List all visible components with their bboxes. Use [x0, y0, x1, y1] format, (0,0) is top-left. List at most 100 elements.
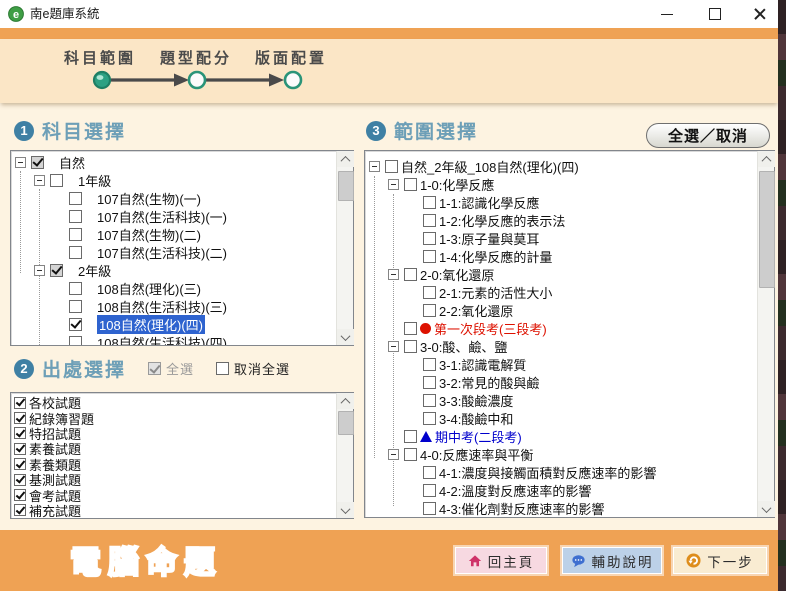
checkbox[interactable]: [423, 394, 436, 407]
checkbox[interactable]: [423, 232, 436, 245]
next-step-button[interactable]: 下一步: [673, 547, 767, 574]
scrollbar-thumb[interactable]: [338, 171, 354, 201]
checkbox[interactable]: [423, 466, 436, 479]
checkbox[interactable]: [14, 427, 26, 439]
tree-item[interactable]: 3-1:認識電解質: [365, 355, 774, 373]
subject-tree-scrollbar[interactable]: [336, 151, 353, 345]
checkbox[interactable]: [423, 196, 436, 209]
checkbox[interactable]: [31, 156, 44, 169]
select-all-checkbox[interactable]: 全選: [148, 359, 194, 378]
checkbox[interactable]: [404, 448, 417, 461]
checkbox[interactable]: [14, 443, 26, 455]
tree-item[interactable]: 107自然(生活科技)(一): [11, 207, 353, 225]
checkbox[interactable]: [69, 210, 82, 223]
source-list-scrollbar[interactable]: [336, 393, 353, 518]
expander-minus-icon[interactable]: [388, 341, 399, 352]
maximize-icon[interactable]: [700, 0, 730, 28]
checkbox[interactable]: [423, 286, 436, 299]
expander-minus-icon[interactable]: [15, 157, 26, 168]
tree-item[interactable]: 1-4:化學反應的計量: [365, 247, 774, 265]
scroll-down-button[interactable]: [758, 501, 775, 517]
deselect-all-checkbox[interactable]: 取消全選: [216, 359, 290, 378]
expander-minus-icon[interactable]: [388, 449, 399, 460]
select-all-toggle-button[interactable]: 全選／取消: [646, 123, 770, 148]
source-item[interactable]: 補充試題: [11, 503, 353, 518]
checkbox[interactable]: [14, 412, 26, 424]
checkbox[interactable]: [404, 268, 417, 281]
checkbox[interactable]: [69, 246, 82, 259]
checkbox[interactable]: [69, 192, 82, 205]
tree-item[interactable]: 107自然(生物)(二): [11, 225, 353, 243]
checkbox[interactable]: [385, 160, 398, 173]
close-icon[interactable]: [745, 0, 775, 28]
checkbox[interactable]: [69, 282, 82, 295]
tree-item[interactable]: 107自然(生活科技)(二): [11, 243, 353, 261]
tree-item[interactable]: 4-2:溫度對反應速率的影響: [365, 481, 774, 499]
tree-item[interactable]: 2-2:氧化還原: [365, 301, 774, 319]
scroll-down-button[interactable]: [337, 502, 354, 518]
tree-item[interactable]: 4-1:濃度與接觸面積對反應速率的影響: [365, 463, 774, 481]
tree-item[interactable]: 1-3:原子量與莫耳: [365, 229, 774, 247]
scroll-up-button[interactable]: [758, 151, 775, 167]
expander-minus-icon[interactable]: [388, 269, 399, 280]
checkbox[interactable]: [14, 474, 26, 486]
scrollbar-thumb[interactable]: [338, 411, 354, 435]
tree-item[interactable]: 4-3:催化劑對反應速率的影響: [365, 499, 774, 517]
tree-item[interactable]: 1年級: [11, 171, 353, 189]
checkbox[interactable]: [423, 376, 436, 389]
tree-item[interactable]: 108自然(理化)(四): [11, 315, 353, 333]
help-button[interactable]: 輔助說明: [562, 547, 662, 574]
expander-minus-icon[interactable]: [369, 161, 380, 172]
checkbox[interactable]: [14, 458, 26, 470]
scroll-down-button[interactable]: [337, 329, 354, 345]
checkbox[interactable]: [423, 250, 436, 263]
scope-tree-scrollbar[interactable]: [757, 151, 774, 517]
checkbox[interactable]: [404, 322, 417, 335]
scroll-up-button[interactable]: [337, 393, 354, 409]
expander-minus-icon[interactable]: [34, 175, 45, 186]
checkbox[interactable]: [69, 336, 82, 347]
tree-item[interactable]: 108自然(生活科技)(四): [11, 333, 353, 346]
checkbox[interactable]: [423, 412, 436, 425]
tree-item[interactable]: 1-0:化學反應: [365, 175, 774, 193]
tree-item[interactable]: 4-0:反應速率與平衡: [365, 445, 774, 463]
tree-item[interactable]: 108自然(生活科技)(三): [11, 297, 353, 315]
home-button[interactable]: 回主頁: [455, 547, 547, 574]
checkbox[interactable]: [69, 318, 82, 331]
checkbox[interactable]: [423, 484, 436, 497]
tree-item[interactable]: 108自然(理化)(三): [11, 279, 353, 297]
checkbox[interactable]: [423, 304, 436, 317]
tree-item[interactable]: 3-2:常見的酸與鹼: [365, 373, 774, 391]
tree-item[interactable]: 自然: [11, 153, 353, 171]
checkbox[interactable]: [404, 178, 417, 191]
scroll-up-button[interactable]: [337, 151, 354, 167]
tree-item[interactable]: 1-1:認識化學反應: [365, 193, 774, 211]
tree-item[interactable]: 期中考(二段考): [365, 427, 774, 445]
checkbox[interactable]: [404, 430, 417, 443]
tree-item[interactable]: 2-1:元素的活性大小: [365, 283, 774, 301]
checkbox[interactable]: [14, 489, 26, 501]
checkbox[interactable]: [50, 264, 63, 277]
checkbox[interactable]: [423, 502, 436, 515]
tree-item[interactable]: 自然_2年級_108自然(理化)(四): [365, 157, 774, 175]
tree-item[interactable]: 2年級: [11, 261, 353, 279]
checkbox[interactable]: [404, 340, 417, 353]
tree-item[interactable]: 2-0:氧化還原: [365, 265, 774, 283]
tree-item[interactable]: 3-4:酸鹼中和: [365, 409, 774, 427]
expander-minus-icon[interactable]: [388, 179, 399, 190]
expander-minus-icon[interactable]: [34, 265, 45, 276]
tree-item[interactable]: 第一次段考(三段考): [365, 319, 774, 337]
checkbox[interactable]: [14, 397, 26, 409]
tree-item[interactable]: 107自然(生物)(一): [11, 189, 353, 207]
checkbox[interactable]: [69, 228, 82, 241]
checkbox[interactable]: [69, 300, 82, 313]
checkbox[interactable]: [423, 358, 436, 371]
minimize-icon[interactable]: [652, 0, 682, 28]
checkbox[interactable]: [50, 174, 63, 187]
tree-item[interactable]: 1-2:化學反應的表示法: [365, 211, 774, 229]
tree-item[interactable]: 3-3:酸鹼濃度: [365, 391, 774, 409]
tree-item[interactable]: 3-0:酸、鹼、鹽: [365, 337, 774, 355]
checkbox[interactable]: [423, 214, 436, 227]
checkbox[interactable]: [14, 504, 26, 516]
scrollbar-thumb[interactable]: [759, 171, 775, 288]
